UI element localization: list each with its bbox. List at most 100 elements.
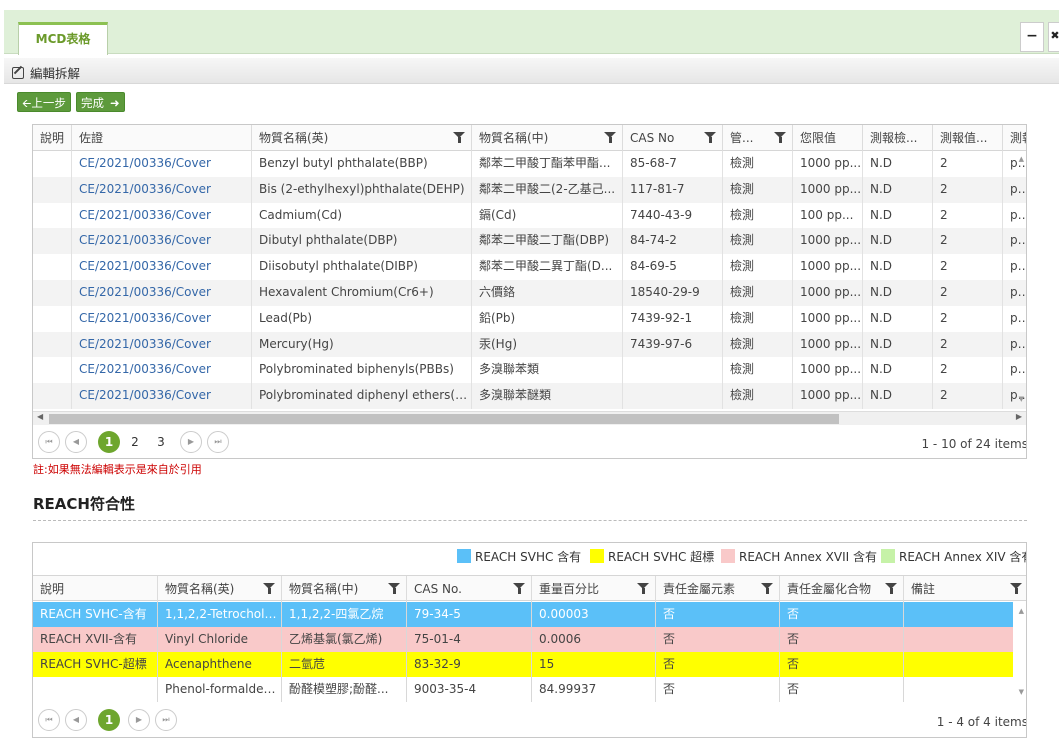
filter-icon[interactable] xyxy=(885,583,897,594)
table-cell: 1000 pp... xyxy=(792,176,862,203)
table-row[interactable]: CE/2021/00336/Cover Hexavalent Chromium(C… xyxy=(33,280,1026,306)
filter-icon[interactable] xyxy=(761,583,773,594)
column-header[interactable]: 備註 xyxy=(903,576,1026,602)
scroll-down-icon[interactable]: ▼ xyxy=(1019,395,1024,403)
column-header[interactable]: 物質名稱(英) xyxy=(157,576,281,602)
table-cell xyxy=(33,254,71,280)
prev-page-icon[interactable]: ◀ xyxy=(65,709,87,731)
table-row[interactable]: REACH SVHC-超標 Acenaphthene 二氫苊 83-32-9 15 否否 xyxy=(33,652,1013,677)
filter-icon[interactable] xyxy=(453,132,465,143)
table-row[interactable]: REACH SVHC-含有 1,1,2,2-Tetrocholo... 1,1,2,… xyxy=(33,602,1013,627)
table-cell: 乙烯基氯(氯乙烯) xyxy=(281,627,406,652)
column-header[interactable]: 測報檢... xyxy=(862,125,932,151)
table-row[interactable]: CE/2021/00336/Cover Polybrominated diphen… xyxy=(33,383,1026,409)
evidence-link[interactable]: CE/2021/00336/Cover xyxy=(71,331,251,358)
page-number[interactable]: 1 xyxy=(98,431,120,453)
minimize-button[interactable]: − xyxy=(1020,22,1044,52)
evidence-link[interactable]: CE/2021/00336/Cover xyxy=(71,357,251,384)
edit-decompose-button[interactable]: 編輯拆解 xyxy=(12,63,80,82)
column-header[interactable]: CAS No xyxy=(622,125,722,151)
filter-icon[interactable] xyxy=(604,132,616,143)
evidence-link[interactable]: CE/2021/00336/Cover xyxy=(71,383,251,409)
column-header[interactable]: 測報值... xyxy=(932,125,1002,151)
table-cell: 否 xyxy=(779,677,903,702)
column-header[interactable]: 說明 xyxy=(33,125,71,151)
next-page-icon[interactable]: ▶ xyxy=(180,431,202,453)
reach-scroll-up-icon[interactable]: ▲ xyxy=(1019,607,1024,615)
filter-icon[interactable] xyxy=(513,583,525,594)
table-cell: 2 xyxy=(932,331,1002,358)
column-header[interactable]: 責任金屬元素 xyxy=(655,576,779,602)
filter-icon[interactable] xyxy=(637,583,649,594)
scroll-up-icon[interactable]: ▲ xyxy=(1019,155,1024,163)
scroll-left-icon[interactable]: ◀ xyxy=(37,412,43,421)
legend-swatch xyxy=(881,549,895,563)
table-row[interactable]: CE/2021/00336/Cover Diisobutyl phthalate(… xyxy=(33,254,1026,280)
table-cell: 100 pp... xyxy=(792,202,862,229)
column-header-label: 您限值 xyxy=(800,131,837,145)
column-header[interactable]: CAS No. xyxy=(406,576,531,602)
table-cell: 汞(Hg) xyxy=(471,331,622,358)
page-number[interactable]: 2 xyxy=(124,431,146,453)
arrow-right-icon: ➜ xyxy=(110,96,120,110)
evidence-link[interactable]: CE/2021/00336/Cover xyxy=(71,176,251,203)
done-button[interactable]: 完成 ➜ xyxy=(76,92,125,112)
back-button[interactable]: 🡨上一步 xyxy=(17,92,71,112)
reach-scroll-down-icon[interactable]: ▼ xyxy=(1019,688,1024,696)
filter-icon[interactable] xyxy=(704,132,716,143)
table-cell: Vinyl Chloride xyxy=(157,627,281,652)
column-header[interactable]: 佐證 xyxy=(71,125,251,151)
table-cell: 84-69-5 xyxy=(622,254,722,280)
close-button[interactable]: ✖ xyxy=(1048,22,1059,52)
table-row[interactable]: Phenol-formaldeh... 酚醛模塑膠;酚醛... 9003-35-4 8… xyxy=(33,677,1013,702)
mcd-grid-header: 說明 佐證 物質名稱(英) 物質名稱(中) CAS No 管... 您限值 測報檢... 測報值… xyxy=(33,125,1026,151)
last-page-icon[interactable]: ⏭ xyxy=(207,431,229,453)
table-cell: 7439-97-6 xyxy=(622,331,722,358)
table-row[interactable]: CE/2021/00336/Cover Lead(Pb) 鉛(Pb) 7439-92-… xyxy=(33,305,1026,332)
column-header[interactable]: 測報 xyxy=(1002,125,1026,151)
table-cell: N.D xyxy=(862,254,932,280)
page-number[interactable]: 3 xyxy=(150,431,172,453)
first-page-icon[interactable]: ⏮ xyxy=(38,431,60,453)
table-row[interactable]: REACH XVII-含有 Vinyl Chloride 乙烯基氯(氯乙烯) 75-0… xyxy=(33,627,1013,652)
table-cell: 鎘(Cd) xyxy=(471,202,622,229)
column-header[interactable]: 物質名稱(中) xyxy=(471,125,622,151)
table-cell: N.D xyxy=(862,151,932,177)
scroll-right-icon[interactable]: ▶ xyxy=(1016,412,1022,421)
column-header[interactable]: 管... xyxy=(722,125,792,151)
column-header[interactable]: 重量百分比 xyxy=(531,576,655,602)
evidence-link[interactable]: CE/2021/00336/Cover xyxy=(71,202,251,229)
page-number[interactable]: 1 xyxy=(98,709,120,731)
first-page-icon[interactable]: ⏮ xyxy=(38,709,60,731)
table-row[interactable]: CE/2021/00336/Cover Dibutyl phthalate(DBP… xyxy=(33,228,1026,255)
evidence-link[interactable]: CE/2021/00336/Cover xyxy=(71,151,251,177)
column-header-label: 說明 xyxy=(40,131,65,145)
evidence-link[interactable]: CE/2021/00336/Cover xyxy=(71,254,251,280)
column-header[interactable]: 物質名稱(英) xyxy=(251,125,471,151)
filter-icon[interactable] xyxy=(774,132,786,143)
filter-icon[interactable] xyxy=(388,583,400,594)
column-header[interactable]: 責任金屬化合物 xyxy=(779,576,903,602)
next-page-icon[interactable]: ▶ xyxy=(128,709,150,731)
table-cell xyxy=(903,627,1013,652)
prev-page-icon[interactable]: ◀ xyxy=(65,431,87,453)
table-row[interactable]: CE/2021/00336/Cover Mercury(Hg) 汞(Hg) 7439-… xyxy=(33,331,1026,358)
table-cell: 鉛(Pb) xyxy=(471,305,622,332)
tab-mcd-table[interactable]: MCD表格 xyxy=(18,22,108,55)
column-header[interactable]: 物質名稱(中) xyxy=(281,576,406,602)
column-header[interactable]: 您限值 xyxy=(792,125,862,151)
filter-icon[interactable] xyxy=(1010,583,1022,594)
table-row[interactable]: CE/2021/00336/Cover Polybrominated biphen… xyxy=(33,357,1026,384)
scrollbar-thumb[interactable] xyxy=(49,414,839,424)
last-page-icon[interactable]: ⏭ xyxy=(155,709,177,731)
table-row[interactable]: CE/2021/00336/Cover Benzyl butyl phthalat… xyxy=(33,151,1026,177)
horizontal-scrollbar[interactable]: ◀ ▶ xyxy=(33,411,1026,425)
evidence-link[interactable]: CE/2021/00336/Cover xyxy=(71,280,251,306)
column-header[interactable]: 說明 xyxy=(33,576,157,602)
filter-icon[interactable] xyxy=(263,583,275,594)
table-row[interactable]: CE/2021/00336/Cover Bis (2-ethylhexyl)pht… xyxy=(33,176,1026,203)
table-row[interactable]: CE/2021/00336/Cover Cadmium(Cd) 鎘(Cd) 7440-… xyxy=(33,202,1026,229)
table-cell xyxy=(33,177,71,203)
evidence-link[interactable]: CE/2021/00336/Cover xyxy=(71,228,251,255)
evidence-link[interactable]: CE/2021/00336/Cover xyxy=(71,305,251,332)
